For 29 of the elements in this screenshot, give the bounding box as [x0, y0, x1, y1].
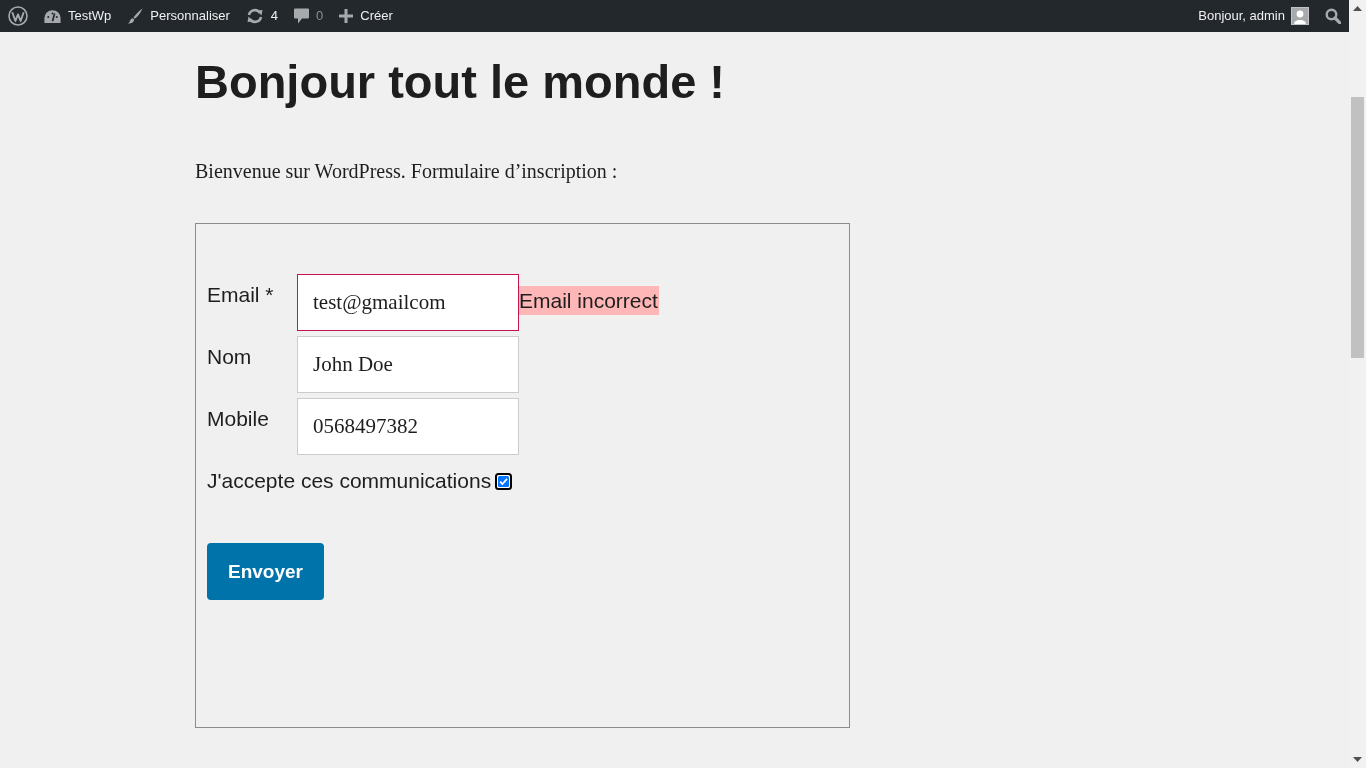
- refresh-icon: [245, 8, 264, 24]
- error-message: Email incorrect: [519, 286, 659, 316]
- site-name-link[interactable]: TestWp: [36, 0, 120, 32]
- checkbox-label: J'accepte ces communications: [207, 468, 492, 495]
- logo-icon[interactable]: [8, 6, 28, 26]
- field-label: Email *: [207, 282, 275, 309]
- field-label: Mobile: [207, 406, 270, 433]
- gauge-icon: [44, 8, 61, 24]
- speech-bubble-icon: [294, 8, 310, 24]
- post-title: Bonjour tout le monde !: [195, 54, 725, 110]
- input-field[interactable]: John Doe: [297, 336, 519, 394]
- field-label: Nom: [207, 344, 253, 371]
- brush-icon: [127, 8, 144, 24]
- new-content-link[interactable]: Créer: [331, 0, 401, 32]
- account-link[interactable]: Bonjour, admin: [1190, 0, 1317, 32]
- post-intro: Bienvenue sur WordPress. Formulaire d’inscription :: [195, 159, 618, 185]
- checkbox[interactable]: [495, 472, 513, 490]
- search-icon[interactable]: [1325, 8, 1341, 24]
- input-field[interactable]: test@gmailcom: [297, 274, 519, 332]
- updates-link[interactable]: 4: [237, 0, 287, 32]
- comments-link[interactable]: 0: [286, 0, 332, 32]
- scroll-down-arrow-icon[interactable]: [1353, 757, 1362, 762]
- scrollbar-thumb[interactable]: [1351, 97, 1364, 358]
- submit-button[interactable]: Envoyer: [207, 543, 324, 601]
- plus-icon: [339, 9, 354, 23]
- input-field[interactable]: 0568497382: [297, 398, 519, 456]
- customize-link[interactable]: Personnaliser: [119, 0, 238, 32]
- scroll-up-arrow-icon[interactable]: [1353, 6, 1362, 11]
- avatar-icon: [1291, 7, 1309, 25]
